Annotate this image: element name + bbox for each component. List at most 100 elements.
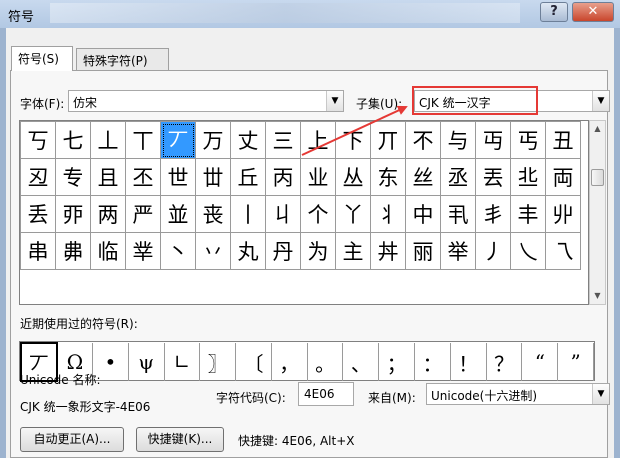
subset-highlight-box <box>412 86 538 115</box>
char-code-input[interactable]: 4E06 <box>298 382 354 406</box>
symbol-cell[interactable]: 为 <box>300 232 336 270</box>
symbol-cell[interactable]: 丙 <box>265 158 301 196</box>
subset-label: 子集(U): <box>356 97 403 111</box>
scroll-up-icon[interactable]: ▲ <box>590 121 605 137</box>
symbol-cell[interactable]: 丬 <box>370 195 406 233</box>
symbol-grid[interactable]: 丂七丄丅丆万丈三上下丌不与丏丐丑丒专且丕世丗丘丙业丛东丝丞丟丠両丢丣两严並丧丨丩… <box>19 120 589 305</box>
symbol-cell[interactable]: 不 <box>405 121 441 159</box>
symbol-cell[interactable]: 串 <box>20 232 56 270</box>
symbol-cell-selected[interactable]: 丆 <box>160 121 196 159</box>
symbol-cell[interactable]: 丂 <box>20 121 56 159</box>
symbol-cell[interactable]: 中 <box>405 195 441 233</box>
grid-scrollbar[interactable]: ▲ ▼ <box>589 120 606 305</box>
symbol-cell[interactable]: 七 <box>55 121 91 159</box>
recent-symbol-cell[interactable]: 〗 <box>199 343 237 381</box>
tab-symbols[interactable]: 符号(S) <box>11 46 73 71</box>
symbol-cell[interactable]: 专 <box>55 158 91 196</box>
symbol-cell[interactable]: 丼 <box>370 232 406 270</box>
symbol-cell[interactable]: 丨 <box>230 195 266 233</box>
symbol-cell[interactable]: 万 <box>195 121 231 159</box>
recent-symbol-cell[interactable]: ψ <box>128 343 165 381</box>
symbol-cell[interactable]: 下 <box>335 121 371 159</box>
symbol-cell[interactable]: 丩 <box>265 195 301 233</box>
symbol-cell[interactable]: 个 <box>300 195 336 233</box>
symbol-cell[interactable]: 丸 <box>230 232 266 270</box>
symbol-cell[interactable]: 丮 <box>440 195 476 233</box>
recent-symbol-cell[interactable]: ” <box>557 343 594 381</box>
symbol-cell[interactable]: 並 <box>160 195 196 233</box>
symbol-cell[interactable]: 丘 <box>230 158 266 196</box>
recent-symbol-cell[interactable]: 。 <box>307 343 344 381</box>
scroll-thumb[interactable] <box>591 169 604 186</box>
symbol-cell[interactable]: 与 <box>440 121 476 159</box>
symbol-cell[interactable]: 丧 <box>195 195 231 233</box>
symbol-cell[interactable]: 丒 <box>20 158 56 196</box>
symbol-cell[interactable]: 丗 <box>195 158 231 196</box>
grid-row: 丢丣两严並丧丨丩个丫丬中丮丯丰丱 <box>20 195 581 233</box>
recent-symbols[interactable]: 丆 Ω • ψ ∟ 〗〔，。、；：！？ “” <box>19 341 595 382</box>
symbol-cell[interactable]: 丠 <box>510 158 546 196</box>
symbol-cell[interactable]: 世 <box>160 158 196 196</box>
symbol-cell[interactable]: 主 <box>335 232 371 270</box>
symbol-cell[interactable]: 且 <box>90 158 126 196</box>
symbol-cell[interactable]: 丟 <box>475 158 511 196</box>
symbol-cell[interactable]: 丰 <box>510 195 546 233</box>
symbol-cell[interactable]: 丷 <box>195 232 231 270</box>
font-value: 仿宋 <box>73 96 98 110</box>
recent-symbol-cell[interactable]: ∟ <box>164 343 201 381</box>
symbol-cell[interactable]: 乀 <box>510 232 546 270</box>
symbol-cell[interactable]: 丏 <box>475 121 511 159</box>
shortcut-key-button[interactable]: 快捷键(K)... <box>136 427 224 452</box>
symbol-cell[interactable]: 丹 <box>265 232 301 270</box>
close-button[interactable]: ✕ <box>572 2 614 22</box>
symbol-cell[interactable]: 丵 <box>125 232 161 270</box>
symbol-cell[interactable]: 两 <box>90 195 126 233</box>
symbol-cell[interactable]: 丌 <box>370 121 406 159</box>
symbol-cell[interactable]: 业 <box>300 158 336 196</box>
font-select[interactable]: 仿宋 ▼ <box>68 90 344 112</box>
from-select[interactable]: Unicode(十六进制) ▼ <box>426 383 610 405</box>
symbol-cell[interactable]: 丣 <box>55 195 91 233</box>
recent-symbol-cell[interactable]: 、 <box>342 343 380 381</box>
recent-symbol-cell[interactable]: 〔 <box>235 343 272 381</box>
recent-symbol-cell[interactable]: ； <box>378 343 416 381</box>
symbol-cell[interactable]: 丐 <box>510 121 546 159</box>
symbol-cell[interactable]: 丄 <box>90 121 126 159</box>
recent-symbol-cell[interactable]: ： <box>414 343 451 381</box>
recent-symbol-cell[interactable]: “ <box>521 343 559 381</box>
symbol-cell[interactable]: 丞 <box>440 158 476 196</box>
symbol-cell[interactable]: 严 <box>125 195 161 233</box>
symbol-cell[interactable]: 丶 <box>160 232 196 270</box>
symbol-cell[interactable]: 丯 <box>475 195 511 233</box>
symbol-cell[interactable]: 举 <box>440 232 476 270</box>
scroll-down-icon[interactable]: ▼ <box>590 288 605 304</box>
chevron-down-icon: ▼ <box>326 91 343 111</box>
recent-symbol-cell[interactable]: ！ <box>450 343 487 381</box>
symbol-cell[interactable]: 丱 <box>545 195 581 233</box>
symbol-cell[interactable]: 丈 <box>230 121 266 159</box>
recent-symbol-cell[interactable]: ， <box>271 343 308 381</box>
symbol-cell[interactable]: 三 <box>265 121 301 159</box>
symbol-cell[interactable]: 乁 <box>545 232 581 270</box>
symbol-cell[interactable]: 丛 <box>335 158 371 196</box>
symbol-cell[interactable]: 丝 <box>405 158 441 196</box>
symbol-cell[interactable]: 上 <box>300 121 336 159</box>
symbol-cell[interactable]: 丫 <box>335 195 371 233</box>
autocorrect-button[interactable]: 自动更正(A)... <box>20 427 124 452</box>
help-icon: ? <box>550 4 558 19</box>
symbol-cell[interactable]: 丑 <box>545 121 581 159</box>
symbol-cell[interactable]: 丢 <box>20 195 56 233</box>
symbol-cell[interactable]: 丿 <box>475 232 511 270</box>
symbol-grid-table: 丂七丄丅丆万丈三上下丌不与丏丐丑丒专且丕世丗丘丙业丛东丝丞丟丠両丢丣两严並丧丨丩… <box>20 121 581 270</box>
symbol-cell[interactable]: 东 <box>370 158 406 196</box>
symbol-cell[interactable]: 临 <box>90 232 126 270</box>
tab-label: 符号(S) <box>18 52 59 66</box>
symbol-cell[interactable]: 両 <box>545 158 581 196</box>
recent-symbol-cell[interactable]: ？ <box>486 343 523 381</box>
help-button[interactable]: ? <box>540 2 568 22</box>
symbol-cell[interactable]: 丽 <box>405 232 441 270</box>
symbol-cell[interactable]: 丳 <box>55 232 91 270</box>
symbol-cell[interactable]: 丅 <box>125 121 161 159</box>
tab-special-characters[interactable]: 特殊字符(P) <box>76 48 169 71</box>
symbol-cell[interactable]: 丕 <box>125 158 161 196</box>
